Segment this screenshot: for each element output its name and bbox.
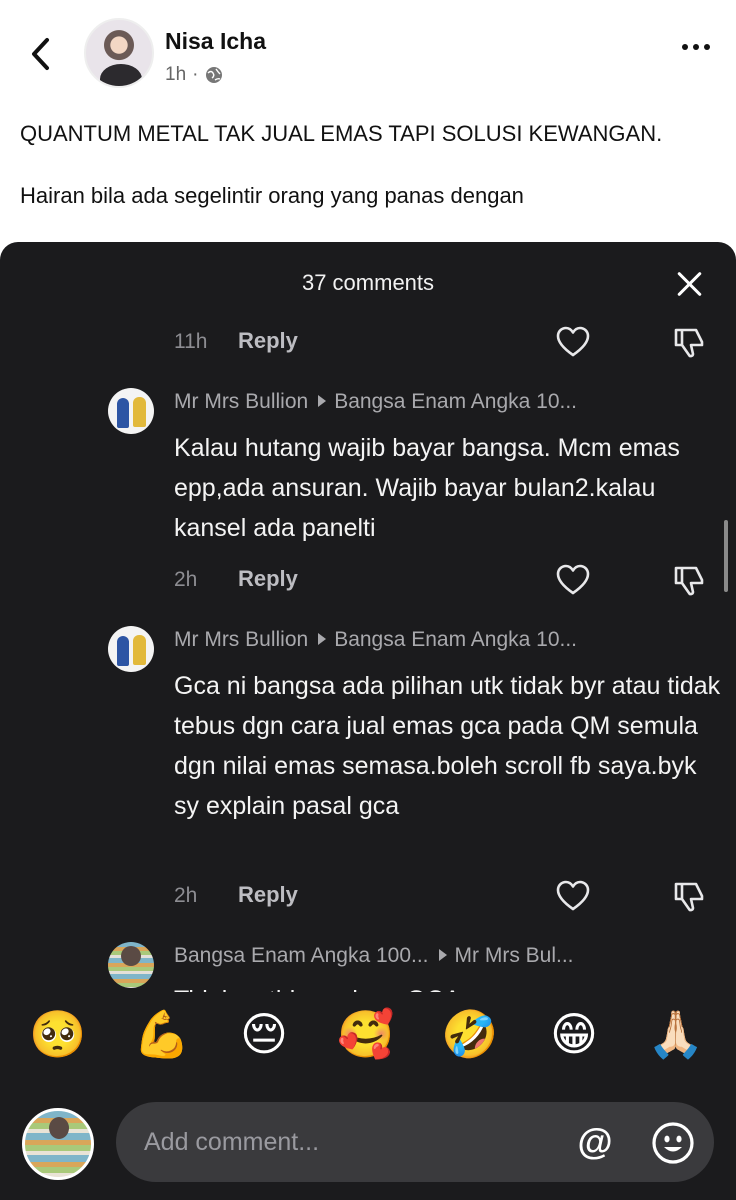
thumbs-down-icon[interactable] bbox=[672, 564, 706, 596]
smiley-icon[interactable] bbox=[650, 1120, 696, 1166]
comment-item: Mr Mrs Bullion Bangsa Enam Angka 10... Ka… bbox=[108, 388, 728, 578]
comment-body: Gca ni bangsa ada pilihan utk tidak byr … bbox=[174, 672, 721, 820]
comment-header: Bangsa Enam Angka 100... Mr Mrs Bul... bbox=[174, 944, 574, 968]
emoji-grin[interactable]: 😁 bbox=[544, 1004, 604, 1064]
emoji-rofl[interactable]: 🤣 bbox=[440, 1004, 500, 1064]
commenter-name[interactable]: Bangsa Enam Angka 100... bbox=[174, 944, 429, 967]
comment-composer: Add comment... @ bbox=[0, 1092, 736, 1200]
emoji-quick-bar: 🥺 💪 😔 🥰 🤣 😁 🙏🏻 bbox=[0, 1004, 736, 1092]
commenter-avatar[interactable] bbox=[108, 942, 154, 988]
heart-outline-icon[interactable] bbox=[556, 326, 590, 358]
commenter-avatar[interactable] bbox=[108, 388, 154, 434]
more-options-button[interactable] bbox=[682, 44, 710, 50]
chevron-left-icon bbox=[32, 38, 49, 70]
close-icon[interactable] bbox=[676, 270, 704, 298]
comments-count-title: 37 comments bbox=[301, 270, 435, 295]
comment-actions: 2h Reply bbox=[0, 876, 736, 916]
comment-actions: 11h Reply bbox=[0, 322, 736, 362]
post-text-line1: QUANTUM METAL TAK JUAL EMAS TAPI SOLUSI … bbox=[20, 121, 663, 146]
commenter-name[interactable]: Mr Mrs Bullion bbox=[174, 628, 308, 651]
comment-body: Kalau hutang wajib bayar bangsa. Mcm ema… bbox=[174, 434, 680, 542]
meta-dot: · bbox=[192, 64, 199, 85]
comment-time: 2h bbox=[174, 884, 198, 907]
emoji-pleading[interactable]: 🥺 bbox=[28, 1004, 88, 1064]
heart-outline-icon[interactable] bbox=[556, 564, 590, 596]
post-time: 1h bbox=[165, 64, 187, 85]
post-text: QUANTUM METAL TAK JUAL EMAS TAPI SOLUSI … bbox=[20, 118, 710, 242]
heart-outline-icon[interactable] bbox=[556, 880, 590, 912]
comment-header: Mr Mrs Bullion Bangsa Enam Angka 10... bbox=[174, 390, 577, 414]
commenter-name[interactable]: Mr Mrs Bullion bbox=[174, 390, 308, 413]
reply-button[interactable]: Reply bbox=[238, 882, 298, 908]
author-avatar[interactable] bbox=[84, 18, 154, 88]
reply-arrow-icon bbox=[438, 949, 447, 961]
thumbs-down-icon[interactable] bbox=[672, 326, 706, 358]
globe-icon bbox=[206, 67, 223, 83]
comment-item: Mr Mrs Bullion Bangsa Enam Angka 10... Gc… bbox=[108, 626, 728, 866]
my-avatar[interactable] bbox=[22, 1108, 94, 1180]
emoji-folded-hands[interactable]: 🙏🏻 bbox=[646, 1004, 706, 1064]
post-header: Nisa Icha 1h · bbox=[0, 0, 736, 110]
reply-button[interactable]: Reply bbox=[238, 566, 298, 592]
emoji-flexed-biceps[interactable]: 💪 bbox=[132, 1004, 192, 1064]
back-button[interactable] bbox=[24, 36, 56, 72]
commenter-avatar[interactable] bbox=[108, 626, 154, 672]
thumbs-down-icon[interactable] bbox=[672, 880, 706, 912]
comments-sheet: 37 comments 11h Reply Mr Mrs Bullion Bang… bbox=[0, 242, 736, 1200]
reply-arrow-icon bbox=[318, 395, 327, 407]
comment-placeholder: Add comment... bbox=[144, 1128, 320, 1156]
post-meta: 1h · bbox=[165, 64, 224, 86]
comment-actions: 2h Reply bbox=[0, 560, 736, 600]
emoji-smiling-hearts[interactable]: 🥰 bbox=[336, 1004, 396, 1064]
comment-time: 11h bbox=[174, 330, 208, 353]
reply-button[interactable]: Reply bbox=[238, 328, 298, 354]
more-dots-icon bbox=[682, 44, 688, 50]
post-text-line2: Hairan bila ada segelintir orang yang pa… bbox=[20, 183, 524, 208]
reply-target-name[interactable]: Bangsa Enam Angka 10... bbox=[334, 390, 577, 413]
comment-time: 2h bbox=[174, 568, 198, 591]
author-name[interactable]: Nisa Icha bbox=[165, 28, 266, 55]
reply-arrow-icon bbox=[318, 633, 327, 645]
reply-target-name[interactable]: Bangsa Enam Angka 10... bbox=[334, 628, 577, 651]
comment-body-partial: Tidak ... tid ... ada ... GCA ... bbox=[174, 980, 487, 992]
emoji-pensive[interactable]: 😔 bbox=[234, 1004, 294, 1064]
comment-header: Mr Mrs Bullion Bangsa Enam Angka 10... bbox=[174, 628, 577, 652]
reply-target-name[interactable]: Mr Mrs Bul... bbox=[455, 944, 574, 967]
at-sign-icon[interactable]: @ bbox=[572, 1120, 618, 1166]
comment-item: Bangsa Enam Angka 100... Mr Mrs Bul... bbox=[108, 942, 728, 1002]
add-comment-input[interactable]: Add comment... @ bbox=[116, 1102, 714, 1182]
